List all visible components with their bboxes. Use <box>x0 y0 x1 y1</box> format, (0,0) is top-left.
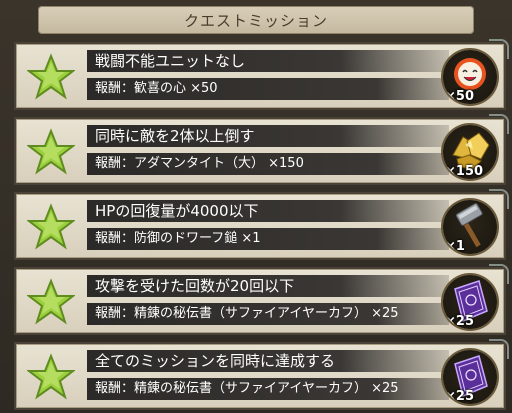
reward-quantity: ×50 <box>445 89 474 104</box>
mission-reward: 報酬：精錬の秘伝書（サファイアイヤーカフ） ×25 <box>95 381 399 396</box>
mission-title: 攻撃を受けた回数が20回以下 <box>95 277 295 295</box>
star-icon <box>27 128 75 175</box>
corner-ornament <box>489 189 509 209</box>
mission-card[interactable]: 同時に敵を2体以上倒す 報酬：アダマンタイト（大） ×150 ×150 <box>16 114 509 183</box>
mission-reward: 報酬：防御のドワーフ鎚 ×1 <box>95 231 261 246</box>
star-icon <box>27 353 75 400</box>
corner-ornament <box>489 264 509 284</box>
reward-quantity: ×25 <box>445 389 474 404</box>
star-icon <box>27 53 75 100</box>
quest-mission-screen: クエストミッション 戦闘不能ユニットなし 報酬：歓喜の心 ×50 ×50 同時に… <box>0 0 512 413</box>
mission-reward: 報酬：精錬の秘伝書（サファイアイヤーカフ） ×25 <box>95 306 399 321</box>
mission-title: 同時に敵を2体以上倒す <box>95 127 255 145</box>
mission-reward: 報酬：アダマンタイト（大） ×150 <box>95 156 304 171</box>
mission-title: 全てのミッションを同時に達成する <box>95 352 336 370</box>
reward-quantity: ×150 <box>445 164 484 179</box>
corner-ornament <box>489 39 509 59</box>
mission-card[interactable]: 全てのミッションを同時に達成する 報酬：精錬の秘伝書（サファイアイヤーカフ） ×… <box>16 339 509 408</box>
mission-card[interactable]: 戦闘不能ユニットなし 報酬：歓喜の心 ×50 ×50 <box>16 39 509 108</box>
mission-card[interactable]: 攻撃を受けた回数が20回以下 報酬：精錬の秘伝書（サファイアイヤーカフ） ×25… <box>16 264 509 333</box>
star-icon <box>27 278 75 325</box>
corner-ornament <box>489 114 509 134</box>
reward-quantity: ×1 <box>445 239 465 254</box>
reward-quantity: ×25 <box>445 314 474 329</box>
mission-title: HPの回復量が4000以下 <box>95 202 259 220</box>
corner-ornament <box>489 339 509 359</box>
mission-card[interactable]: HPの回復量が4000以下 報酬：防御のドワーフ鎚 ×1 ×1 <box>16 189 509 258</box>
mission-reward: 報酬：歓喜の心 ×50 <box>95 81 218 96</box>
star-icon <box>27 203 75 250</box>
mission-title: 戦闘不能ユニットなし <box>95 52 246 70</box>
mission-list: 戦闘不能ユニットなし 報酬：歓喜の心 ×50 ×50 同時に敵を2体以上倒す 報… <box>0 0 512 413</box>
